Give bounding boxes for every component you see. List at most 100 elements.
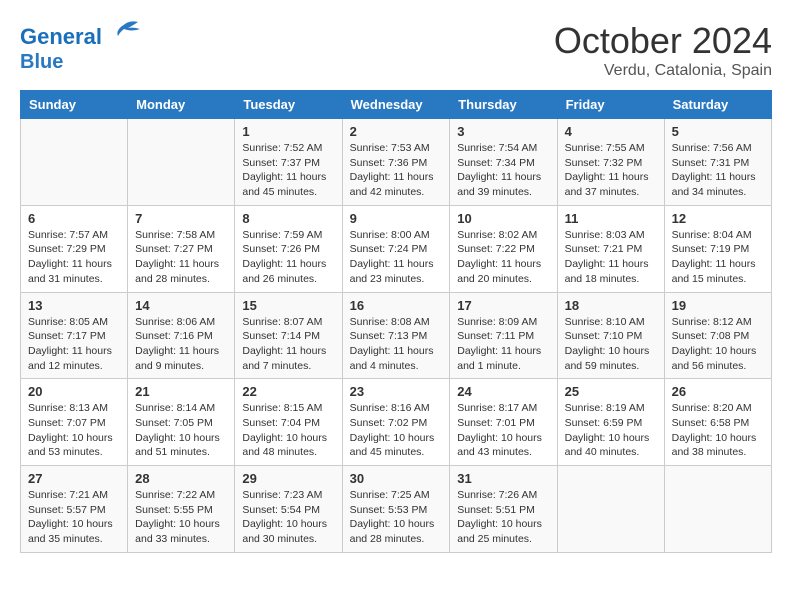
calendar-cell: 2 Sunrise: 7:53 AM Sunset: 7:36 PM Daylig… [342,119,450,206]
day-info: Sunrise: 7:58 AM Sunset: 7:27 PM Dayligh… [135,228,227,287]
day-info: Sunrise: 7:23 AM Sunset: 5:54 PM Dayligh… [242,488,334,547]
weekday-header-row: SundayMondayTuesdayWednesdayThursdayFrid… [21,91,772,119]
day-number: 18 [565,298,657,313]
month-title: October 2024 [554,20,772,62]
calendar-week-row: 6Sunrise: 7:57 AM Sunset: 7:29 PM Daylig… [21,205,772,292]
calendar-cell: 27 Sunrise: 7:21 AM Sunset: 5:57 PM Dayli… [21,466,128,553]
day-info: Sunrise: 8:00 AM Sunset: 7:24 PM Dayligh… [350,228,443,287]
calendar-cell: 10 Sunrise: 8:02 AM Sunset: 7:22 PM Dayli… [450,205,557,292]
day-info: Sunrise: 7:26 AM Sunset: 5:51 PM Dayligh… [457,488,549,547]
logo-general: General [20,24,102,49]
calendar-cell: 30 Sunrise: 7:25 AM Sunset: 5:53 PM Dayli… [342,466,450,553]
weekday-header-wednesday: Wednesday [342,91,450,119]
calendar-cell: 6Sunrise: 7:57 AM Sunset: 7:29 PM Daylig… [21,205,128,292]
calendar-cell [664,466,771,553]
day-info: Sunrise: 7:52 AM Sunset: 7:37 PM Dayligh… [242,141,334,200]
day-number: 10 [457,211,549,226]
calendar-week-row: 27 Sunrise: 7:21 AM Sunset: 5:57 PM Dayli… [21,466,772,553]
calendar-cell: 24 Sunrise: 8:17 AM Sunset: 7:01 PM Dayli… [450,379,557,466]
calendar-cell: 23 Sunrise: 8:16 AM Sunset: 7:02 PM Dayli… [342,379,450,466]
calendar-cell: 26 Sunrise: 8:20 AM Sunset: 6:58 PM Dayli… [664,379,771,466]
calendar-cell: 22Sunrise: 8:15 AM Sunset: 7:04 PM Dayli… [235,379,342,466]
day-number: 16 [350,298,443,313]
day-number: 26 [672,384,764,399]
weekday-header-tuesday: Tuesday [235,91,342,119]
day-number: 13 [28,298,120,313]
logo: General Blue [20,20,140,73]
calendar-cell: 7 Sunrise: 7:58 AM Sunset: 7:27 PM Daylig… [128,205,235,292]
logo-bird-icon [110,20,140,44]
weekday-header-thursday: Thursday [450,91,557,119]
day-info: Sunrise: 7:22 AM Sunset: 5:55 PM Dayligh… [135,488,227,547]
calendar-cell: 5 Sunrise: 7:56 AM Sunset: 7:31 PM Daylig… [664,119,771,206]
day-info: Sunrise: 8:05 AM Sunset: 7:17 PM Dayligh… [28,315,120,374]
weekday-header-saturday: Saturday [664,91,771,119]
day-info: Sunrise: 8:17 AM Sunset: 7:01 PM Dayligh… [457,401,549,460]
calendar-cell: 14Sunrise: 8:06 AM Sunset: 7:16 PM Dayli… [128,292,235,379]
day-info: Sunrise: 7:21 AM Sunset: 5:57 PM Dayligh… [28,488,120,547]
day-number: 27 [28,471,120,486]
day-number: 8 [242,211,334,226]
day-info: Sunrise: 8:02 AM Sunset: 7:22 PM Dayligh… [457,228,549,287]
day-number: 12 [672,211,764,226]
calendar-week-row: 1 Sunrise: 7:52 AM Sunset: 7:37 PM Daylig… [21,119,772,206]
day-number: 31 [457,471,549,486]
day-info: Sunrise: 7:53 AM Sunset: 7:36 PM Dayligh… [350,141,443,200]
calendar-cell: 1 Sunrise: 7:52 AM Sunset: 7:37 PM Daylig… [235,119,342,206]
day-info: Sunrise: 7:57 AM Sunset: 7:29 PM Dayligh… [28,228,120,287]
calendar-cell: 4Sunrise: 7:55 AM Sunset: 7:32 PM Daylig… [557,119,664,206]
day-info: Sunrise: 7:56 AM Sunset: 7:31 PM Dayligh… [672,141,764,200]
day-info: Sunrise: 8:19 AM Sunset: 6:59 PM Dayligh… [565,401,657,460]
day-number: 7 [135,211,227,226]
calendar-cell: 12 Sunrise: 8:04 AM Sunset: 7:19 PM Dayli… [664,205,771,292]
calendar-cell: 21 Sunrise: 8:14 AM Sunset: 7:05 PM Dayli… [128,379,235,466]
calendar-cell: 17 Sunrise: 8:09 AM Sunset: 7:11 PM Dayli… [450,292,557,379]
location: Verdu, Catalonia, Spain [554,62,772,80]
calendar-cell: 11Sunrise: 8:03 AM Sunset: 7:21 PM Dayli… [557,205,664,292]
day-info: Sunrise: 7:25 AM Sunset: 5:53 PM Dayligh… [350,488,443,547]
day-info: Sunrise: 8:14 AM Sunset: 7:05 PM Dayligh… [135,401,227,460]
calendar-cell: 25Sunrise: 8:19 AM Sunset: 6:59 PM Dayli… [557,379,664,466]
calendar-cell: 20Sunrise: 8:13 AM Sunset: 7:07 PM Dayli… [21,379,128,466]
day-info: Sunrise: 8:16 AM Sunset: 7:02 PM Dayligh… [350,401,443,460]
day-info: Sunrise: 8:09 AM Sunset: 7:11 PM Dayligh… [457,315,549,374]
day-info: Sunrise: 8:04 AM Sunset: 7:19 PM Dayligh… [672,228,764,287]
day-info: Sunrise: 8:03 AM Sunset: 7:21 PM Dayligh… [565,228,657,287]
calendar-cell: 29Sunrise: 7:23 AM Sunset: 5:54 PM Dayli… [235,466,342,553]
day-number: 24 [457,384,549,399]
weekday-header-monday: Monday [128,91,235,119]
day-info: Sunrise: 8:13 AM Sunset: 7:07 PM Dayligh… [28,401,120,460]
title-area: October 2024 Verdu, Catalonia, Spain [554,20,772,80]
day-number: 2 [350,124,443,139]
calendar-cell: 19Sunrise: 8:12 AM Sunset: 7:08 PM Dayli… [664,292,771,379]
calendar-cell [21,119,128,206]
day-info: Sunrise: 8:08 AM Sunset: 7:13 PM Dayligh… [350,315,443,374]
logo-blue: Blue [20,51,63,73]
day-number: 21 [135,384,227,399]
day-number: 28 [135,471,227,486]
calendar-cell: 8 Sunrise: 7:59 AM Sunset: 7:26 PM Daylig… [235,205,342,292]
calendar-cell [128,119,235,206]
weekday-header-sunday: Sunday [21,91,128,119]
calendar-table: SundayMondayTuesdayWednesdayThursdayFrid… [20,90,772,553]
day-info: Sunrise: 7:59 AM Sunset: 7:26 PM Dayligh… [242,228,334,287]
calendar-cell: 31 Sunrise: 7:26 AM Sunset: 5:51 PM Dayli… [450,466,557,553]
calendar-cell: 18Sunrise: 8:10 AM Sunset: 7:10 PM Dayli… [557,292,664,379]
calendar-cell: 9Sunrise: 8:00 AM Sunset: 7:24 PM Daylig… [342,205,450,292]
calendar-cell: 28 Sunrise: 7:22 AM Sunset: 5:55 PM Dayli… [128,466,235,553]
day-number: 4 [565,124,657,139]
day-number: 14 [135,298,227,313]
page-header: General Blue October 2024 Verdu, Catalon… [20,20,772,80]
day-number: 17 [457,298,549,313]
day-number: 1 [242,124,334,139]
day-number: 3 [457,124,549,139]
day-number: 30 [350,471,443,486]
calendar-cell: 3Sunrise: 7:54 AM Sunset: 7:34 PM Daylig… [450,119,557,206]
calendar-cell: 13 Sunrise: 8:05 AM Sunset: 7:17 PM Dayli… [21,292,128,379]
day-info: Sunrise: 8:12 AM Sunset: 7:08 PM Dayligh… [672,315,764,374]
day-number: 5 [672,124,764,139]
calendar-cell [557,466,664,553]
day-number: 23 [350,384,443,399]
day-info: Sunrise: 8:20 AM Sunset: 6:58 PM Dayligh… [672,401,764,460]
weekday-header-friday: Friday [557,91,664,119]
